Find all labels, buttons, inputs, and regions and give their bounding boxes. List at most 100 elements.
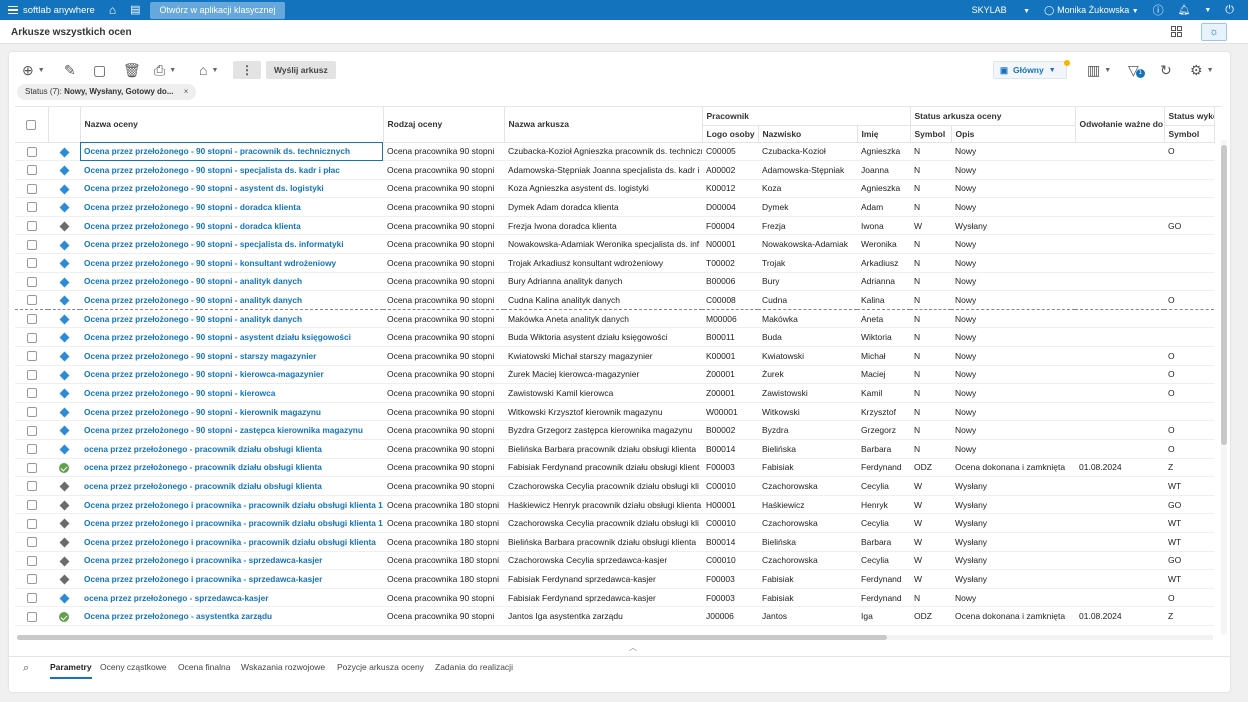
tab-parameters[interactable]: Parametry — [50, 662, 92, 679]
bell-icon[interactable]: 🔔︎ — [1178, 5, 1191, 16]
column-header-sheet[interactable]: Nazwa arkusza — [504, 107, 703, 143]
news-icon[interactable]: ▤ — [130, 0, 140, 20]
scroll-thumb[interactable] — [1221, 145, 1227, 445]
layout-grid-icon[interactable] — [1171, 26, 1183, 38]
menu-icon[interactable] — [8, 4, 18, 17]
row-checkbox[interactable] — [26, 388, 37, 399]
row-checkbox[interactable] — [26, 369, 37, 380]
tab-development[interactable]: Wskazania rozwojowe — [241, 662, 325, 672]
tab-partial-ratings[interactable]: Oceny cząstkowe — [100, 662, 167, 672]
row-checkbox[interactable] — [26, 202, 37, 213]
cell-name[interactable]: Ocena przez przełożonego i pracownika - … — [80, 495, 383, 515]
row-checkbox[interactable] — [26, 611, 37, 622]
cell-name[interactable]: ocena przez przełożonego - pracownik dzi… — [80, 476, 383, 496]
table-row[interactable]: Ocena przez przełożonego - 90 stopni - k… — [15, 253, 1215, 273]
table-row[interactable]: Ocena przez przełożonego i pracownika - … — [15, 551, 1215, 571]
row-checkbox[interactable] — [26, 537, 37, 548]
add-button[interactable]: ⊕ ▼ — [22, 60, 45, 80]
cell-name[interactable]: Ocena przez przełożonego - 90 stopni - a… — [80, 179, 383, 199]
row-checkbox[interactable] — [26, 276, 37, 287]
table-row[interactable]: Ocena przez przełożonego i pracownika - … — [15, 532, 1215, 552]
tab-final-rating[interactable]: Ocena finalna — [178, 662, 230, 672]
settings-button[interactable]: ⚙ ▼ — [1190, 60, 1214, 80]
row-checkbox[interactable] — [26, 406, 37, 417]
preview-button[interactable]: ▢ — [93, 60, 106, 80]
cell-name[interactable]: Ocena przez przełożonego - 90 stopni - k… — [80, 365, 383, 385]
delete-button[interactable]: 🗑︎ — [123, 60, 141, 80]
column-header-logo[interactable]: Logo osoby — [702, 125, 759, 143]
select-all-checkbox[interactable] — [26, 119, 37, 130]
cell-name[interactable]: Ocena przez przełożonego - 90 stopni - d… — [80, 197, 383, 217]
vertical-scrollbar[interactable] — [1221, 140, 1227, 634]
cell-name[interactable]: Ocena przez przełożonego - 90 stopni - z… — [80, 420, 383, 440]
row-checkbox[interactable] — [26, 332, 37, 343]
table-row[interactable]: ocena przez przełożonego - pracownik dzi… — [15, 458, 1215, 478]
table-row[interactable]: ocena przez przełożonego - pracownik dzi… — [15, 476, 1215, 496]
table-row[interactable]: Ocena przez przełożonego i pracownika - … — [15, 569, 1215, 589]
cell-name[interactable]: Ocena przez przełożonego i pracownika - … — [80, 532, 383, 552]
row-checkbox[interactable] — [26, 592, 37, 603]
cell-name[interactable]: ocena przez przełożonego - pracownik dzi… — [80, 439, 383, 459]
cell-name[interactable]: Ocena przez przełożonego - 90 stopni - k… — [80, 383, 383, 403]
table-row[interactable]: Ocena przez przełożonego - 90 stopni - s… — [15, 160, 1215, 180]
column-header-symbol[interactable]: Symbol — [910, 125, 952, 143]
table-row[interactable]: Ocena przez przełożonego - 90 stopni - a… — [15, 327, 1215, 348]
row-checkbox[interactable] — [26, 221, 37, 232]
search-document-icon[interactable]: ⌕ — [23, 662, 29, 675]
user-menu[interactable]: ◯ Monika Żukowska ▼ — [1044, 5, 1139, 16]
table-row[interactable]: Ocena przez przełożonego - 90 stopni - z… — [15, 420, 1215, 440]
table-row[interactable]: Ocena przez przełożonego - 90 stopni - k… — [15, 365, 1215, 385]
table-row[interactable]: Ocena przez przełożonego - 90 stopni - s… — [15, 346, 1215, 366]
cell-name[interactable]: Ocena przez przełożonego i pracownika - … — [80, 569, 383, 589]
power-icon[interactable]: ⏻ — [1225, 4, 1234, 17]
tips-bulb-button[interactable]: ☼ — [1201, 23, 1227, 41]
cell-name[interactable]: Ocena przez przełożonego - asystentka za… — [80, 606, 383, 626]
table-row[interactable]: Ocena przez przełożonego i pracownika - … — [15, 513, 1215, 533]
app-menu[interactable]: softlab anywhere — [0, 4, 95, 17]
table-row[interactable]: Ocena przez przełożonego - 90 stopni - k… — [15, 383, 1215, 403]
table-row[interactable]: Ocena przez przełożonego - 90 stopni - d… — [15, 216, 1215, 236]
table-row[interactable]: Ocena przez przełożonego - asystentka za… — [15, 606, 1215, 626]
row-checkbox[interactable] — [26, 499, 37, 510]
column-header-desc[interactable]: Opis — [951, 125, 1076, 143]
column-header-type[interactable]: Rodzaj oceny — [383, 107, 505, 143]
table-row[interactable]: Ocena przez przełożonego - 90 stopni - a… — [15, 179, 1215, 199]
row-checkbox[interactable] — [26, 351, 37, 362]
table-row[interactable]: Ocena przez przełożonego - 90 stopni - d… — [15, 197, 1215, 217]
tab-sheet-items[interactable]: Pozycje arkusza oceny — [337, 662, 424, 672]
row-checkbox[interactable] — [26, 165, 37, 176]
table-row[interactable]: Ocena przez przełożonego - 90 stopni - a… — [15, 290, 1215, 310]
tab-tasks[interactable]: Zadania do realizacji — [435, 662, 513, 672]
cell-name[interactable]: Ocena przez przełożonego - 90 stopni - a… — [80, 309, 383, 329]
refresh-button[interactable]: ↻ — [1160, 60, 1172, 80]
row-checkbox[interactable] — [26, 314, 37, 325]
cell-name[interactable]: Ocena przez przełożonego - 90 stopni - a… — [80, 290, 383, 310]
table-row[interactable]: ocena przez przełożonego - pracownik dzi… — [15, 439, 1215, 459]
cell-name[interactable]: Ocena przez przełożonego - 90 stopni - s… — [80, 234, 383, 255]
send-sheet-button[interactable]: Wyślij arkusz — [266, 61, 336, 79]
cell-name[interactable]: Ocena przez przełożonego i pracownika - … — [80, 551, 383, 571]
row-checkbox[interactable] — [26, 518, 37, 529]
cell-name[interactable]: Ocena przez przełożonego - 90 stopni - a… — [80, 272, 383, 292]
row-checkbox[interactable] — [26, 239, 37, 250]
collapse-panel-icon[interactable]: ︿ — [629, 642, 637, 653]
cell-name[interactable]: Ocena przez przełożonego - 90 stopni - p… — [80, 142, 383, 162]
status-filter-chip[interactable]: Status (7): Nowy, Wysłany, Gotowy do... … — [17, 84, 197, 100]
cell-name[interactable]: Ocena przez przełożonego i pracownika - … — [80, 513, 383, 533]
column-header-firstname[interactable]: Imię — [857, 125, 911, 143]
column-header-exec-symbol[interactable]: Symbol — [1164, 125, 1215, 143]
row-checkbox[interactable] — [26, 258, 37, 269]
row-checkbox[interactable] — [26, 462, 37, 473]
cell-name[interactable]: Ocena przez przełożonego - 90 stopni - k… — [80, 402, 383, 422]
row-checkbox[interactable] — [26, 146, 37, 157]
cell-name[interactable]: ocena przez przełożonego - sprzedawca-ka… — [80, 588, 383, 608]
close-icon[interactable]: × — [184, 87, 189, 96]
cell-name[interactable]: Ocena przez przełożonego - 90 stopni - s… — [80, 160, 383, 180]
filter-button[interactable]: ▽ 1 — [1128, 60, 1145, 80]
more-actions-button[interactable]: ⋮ — [233, 61, 261, 79]
tag-button[interactable]: ⌂ ▼ — [199, 60, 218, 80]
column-header-name[interactable]: Nazwa oceny — [80, 107, 384, 143]
scroll-thumb[interactable] — [17, 635, 887, 640]
column-header-surname[interactable]: Nazwisko — [758, 125, 858, 143]
table-row[interactable]: Ocena przez przełożonego - 90 stopni - k… — [15, 402, 1215, 422]
